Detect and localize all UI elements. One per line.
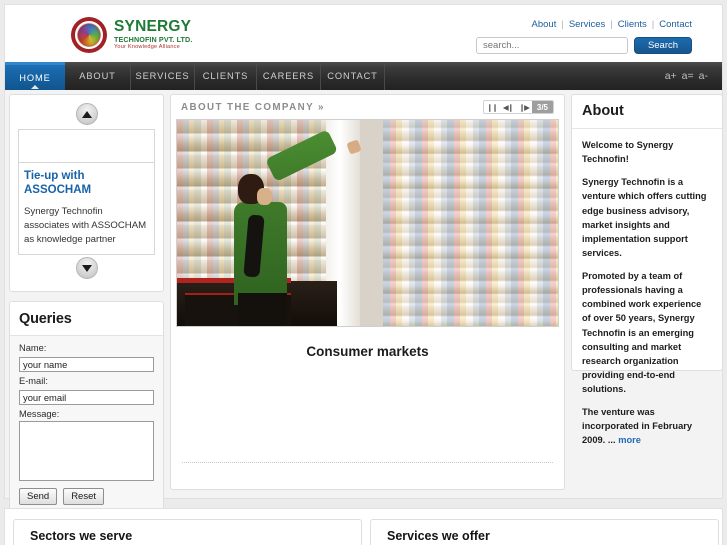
- about-paragraph-2: Synergy Technofin is a venture which off…: [582, 177, 707, 258]
- utility-link-services[interactable]: Services: [569, 19, 605, 30]
- synergy-spiral-logo-icon: [71, 17, 107, 53]
- shopper-face: [257, 187, 272, 205]
- nav-item-label: CAREERS: [262, 71, 315, 81]
- about-more-link[interactable]: more: [618, 435, 641, 445]
- email-input[interactable]: [19, 390, 154, 406]
- about-body: Welcome to Synergy Technofin! Synergy Te…: [572, 129, 722, 458]
- nav-item-label: CONTACT: [327, 71, 378, 81]
- message-label: Message:: [19, 409, 60, 420]
- bottom-section: Sectors we serve Services we offer: [4, 508, 723, 545]
- utility-link-contact[interactable]: Contact: [659, 19, 692, 30]
- search-bar: Search: [476, 37, 692, 54]
- utility-separator: |: [610, 19, 613, 30]
- page-root: SYNERGY TECHNOFIN PVT. LTD. Your Knowled…: [0, 0, 727, 545]
- email-label: E-mail:: [19, 376, 48, 387]
- news-title[interactable]: Tie-up with ASSOCHAM: [24, 169, 149, 198]
- slide-caption: Consumer markets: [306, 344, 429, 359]
- search-button[interactable]: Search: [634, 37, 692, 54]
- nav-item-about[interactable]: ABOUT: [65, 62, 131, 90]
- nav-item-label: HOME: [19, 72, 51, 83]
- slider-controls: ❙❙ ◀❙ ❙▶ 3/5: [482, 100, 554, 114]
- font-reset-icon[interactable]: a=: [682, 70, 694, 82]
- slider-header: ABOUT THE COMPANY » ❙❙ ◀❙ ❙▶ 3/5: [171, 95, 564, 119]
- queries-form: Name: E-mail: Message: Send Reset: [10, 336, 163, 516]
- name-input[interactable]: [19, 357, 154, 373]
- about-panel: About Welcome to Synergy Technofin! Syne…: [571, 94, 723, 445]
- shopper-legs: [237, 293, 288, 326]
- content-divider: [182, 462, 553, 463]
- utility-nav: About | Services | Clients | Contact: [532, 19, 692, 30]
- slide-counter: 3/5: [531, 101, 553, 113]
- shelf-right: [382, 120, 558, 326]
- news-ticker-panel: Tie-up with ASSOCHAM Synergy Technofin a…: [9, 94, 164, 293]
- message-textarea[interactable]: [19, 421, 154, 482]
- font-increase-icon[interactable]: a+: [665, 70, 677, 82]
- logo-brand-name: SYNERGY: [114, 18, 192, 36]
- name-label: Name:: [19, 343, 47, 354]
- sectors-box[interactable]: Sectors we serve: [13, 519, 362, 545]
- bottom-boxes: Sectors we serve Services we offer: [13, 519, 719, 545]
- logo-tagline: Your Knowledge Alliance: [114, 43, 180, 50]
- utility-link-about[interactable]: About: [532, 19, 557, 30]
- nav-item-label: ABOUT: [79, 71, 116, 81]
- about-header: About: [572, 95, 722, 129]
- services-heading: Services we offer: [387, 529, 490, 543]
- font-decrease-icon[interactable]: a-: [699, 70, 708, 82]
- nav-item-careers[interactable]: CAREERS: [257, 62, 321, 90]
- nav-item-services[interactable]: SERVICES: [131, 62, 195, 90]
- news-scroll-down-button[interactable]: [75, 257, 98, 280]
- pause-icon[interactable]: ❙❙: [484, 101, 500, 113]
- triangle-down-icon: [81, 264, 92, 272]
- next-icon[interactable]: ❙▶: [516, 101, 532, 113]
- utility-separator: |: [561, 19, 564, 30]
- about-heading: About: [582, 103, 624, 119]
- utility-link-clients[interactable]: Clients: [618, 19, 647, 30]
- slider-title: ABOUT THE COMPANY »: [181, 101, 325, 113]
- queries-heading: Queries: [19, 311, 72, 328]
- news-body: Tie-up with ASSOCHAM Synergy Technofin a…: [19, 163, 154, 254]
- utility-separator: |: [651, 19, 655, 30]
- logo-brand-subtitle: TECHNOFIN PVT. LTD.: [114, 35, 193, 45]
- queries-header: Queries: [10, 302, 163, 337]
- about-paragraph-1: Welcome to Synergy Technofin!: [582, 140, 674, 165]
- left-sidebar: Tie-up with ASSOCHAM Synergy Technofin a…: [9, 94, 164, 517]
- content-area: Tie-up with ASSOCHAM Synergy Technofin a…: [4, 90, 723, 517]
- send-button[interactable]: Send: [19, 488, 58, 506]
- reset-button[interactable]: Reset: [63, 488, 105, 506]
- sectors-heading: Sectors we serve: [30, 529, 133, 543]
- previous-icon[interactable]: ◀❙: [500, 101, 516, 113]
- main-navigation: HOME ABOUT SERVICES CLIENTS CAREERS CONT…: [4, 62, 723, 90]
- about-paragraph-4: The venture was incorporated in February…: [582, 405, 712, 447]
- news-item[interactable]: Tie-up with ASSOCHAM Synergy Technofin a…: [18, 129, 155, 256]
- nav-item-home[interactable]: HOME: [5, 62, 65, 90]
- about-paragraph-3: Promoted by a team of professionals havi…: [582, 271, 702, 394]
- nav-item-label: SERVICES: [135, 71, 190, 81]
- queries-panel: Queries Name: E-mail: Message: Send Rese…: [9, 301, 164, 517]
- news-thumbnail: [19, 130, 154, 163]
- nav-item-label: CLIENTS: [202, 71, 249, 81]
- services-box[interactable]: Services we offer: [370, 519, 719, 545]
- font-size-controls: a+ a= a-: [665, 62, 722, 90]
- site-header: SYNERGY TECHNOFIN PVT. LTD. Your Knowled…: [4, 4, 723, 62]
- logo-text-block: SYNERGY TECHNOFIN PVT. LTD. Your Knowled…: [114, 19, 192, 50]
- news-scroll-up-button[interactable]: [75, 103, 98, 125]
- site-logo[interactable]: SYNERGY TECHNOFIN PVT. LTD. Your Knowled…: [71, 17, 192, 53]
- form-buttons: Send Reset: [19, 488, 154, 506]
- nav-item-clients[interactable]: CLIENTS: [195, 62, 257, 90]
- main-slider-panel: ABOUT THE COMPANY » ❙❙ ◀❙ ❙▶ 3/5 Consume…: [170, 94, 565, 490]
- slide-image[interactable]: [176, 119, 559, 327]
- nav-item-contact[interactable]: CONTACT: [321, 62, 385, 90]
- triangle-up-icon: [81, 110, 92, 118]
- search-input[interactable]: [476, 37, 628, 54]
- news-text: Synergy Technofin associates with ASSOCH…: [24, 205, 147, 245]
